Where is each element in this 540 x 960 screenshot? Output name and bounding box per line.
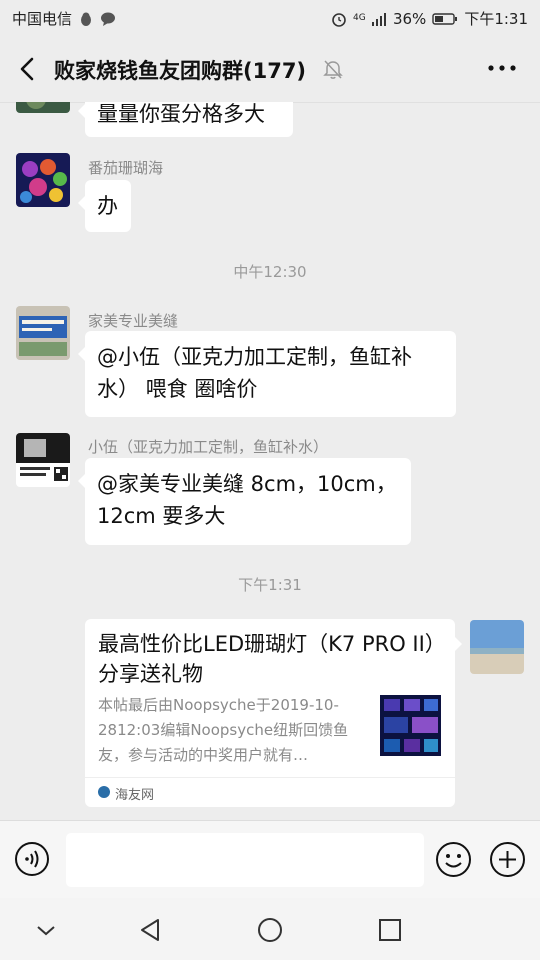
avatar-image [470, 620, 524, 674]
message-bubble[interactable]: 量量你蛋分格多大 [78, 102, 293, 137]
signal-icon [371, 12, 386, 26]
sender-name: 小伍（亚克力加工定制，鱼缸补水） [88, 438, 329, 456]
plus-icon[interactable] [489, 841, 526, 878]
avatar-image [16, 102, 70, 113]
message-bubble[interactable]: 办 [78, 180, 131, 232]
message-text: @小伍（亚克力加工定制，鱼缸补水） 喂食 圈啥价 [97, 345, 412, 401]
source-logo-icon [98, 786, 110, 798]
network-type-label: 4G [352, 13, 366, 23]
thumbnail-image [380, 695, 441, 756]
card-footer: 海友网 [85, 777, 455, 808]
emoji-icon[interactable] [435, 841, 472, 878]
alarm-icon [332, 12, 346, 27]
system-nav-bar [0, 898, 540, 960]
avatar-image [16, 153, 70, 207]
message-bubble[interactable]: @家美专业美缝 8cm，10cm，12cm 要多大 [78, 458, 411, 545]
battery-icon [432, 12, 458, 25]
back-arrow-icon[interactable] [14, 54, 42, 84]
chat-header: 败家烧钱鱼友团购群(177) [0, 36, 540, 103]
input-bar [0, 820, 540, 899]
avatar[interactable] [16, 102, 70, 113]
message-input[interactable] [66, 833, 424, 887]
message-bubble[interactable]: @小伍（亚克力加工定制，鱼缸补水） 喂食 圈啥价 [78, 331, 456, 417]
avatar[interactable] [16, 306, 70, 360]
sender-name: 番茄珊瑚海 [88, 159, 164, 177]
avatar-image [16, 433, 70, 487]
card-title: 最高性价比LED珊瑚灯（K7 PRO II）分享送礼物 [98, 632, 436, 686]
card-thumbnail [380, 695, 441, 756]
timestamp: 中午12:30 [233, 263, 307, 281]
avatar[interactable] [16, 433, 70, 487]
link-card[interactable]: 最高性价比LED珊瑚灯（K7 PRO II）分享送礼物 本帖最后由Noopsyc… [85, 619, 462, 808]
timestamp: 下午1:31 [238, 576, 302, 594]
carrier-label: 中国电信 [12, 10, 73, 28]
chat-bubble-icon [101, 12, 116, 26]
voice-icon[interactable] [14, 841, 50, 877]
avatar[interactable] [16, 153, 70, 207]
message-text: 办 [97, 194, 118, 218]
message-text: @家美专业美缝 8cm，10cm，12cm 要多大 [97, 472, 397, 528]
sender-name: 家美专业美缝 [88, 312, 179, 330]
clock: 下午1:31 [464, 10, 528, 28]
back-triangle-icon[interactable] [136, 916, 164, 944]
avatar-image [16, 306, 70, 360]
down-chevron-icon[interactable] [32, 916, 60, 944]
message-text: 量量你蛋分格多大 [97, 102, 265, 126]
card-source: 海友网 [115, 788, 155, 803]
card-description: 本帖最后由Noopsyche于2019-10-2812:03编辑Noopsych… [98, 696, 349, 764]
message-list[interactable]: 量量你蛋分格多大 番茄珊瑚海 办 中午12:30 家美专业美缝 @小伍（亚克力加… [0, 102, 540, 820]
home-circle-icon[interactable] [256, 916, 284, 944]
my-avatar[interactable] [470, 620, 524, 674]
more-dots-icon[interactable] [486, 56, 518, 80]
bell-off-icon [323, 60, 343, 79]
chat-title: 败家烧钱鱼友团购群(177) [54, 59, 307, 83]
battery-percent: 36% [392, 9, 427, 28]
recents-square-icon[interactable] [376, 916, 404, 944]
penguin-icon [81, 12, 92, 26]
status-bar: 中国电信 4G 36% 下午1:31 [0, 0, 540, 36]
